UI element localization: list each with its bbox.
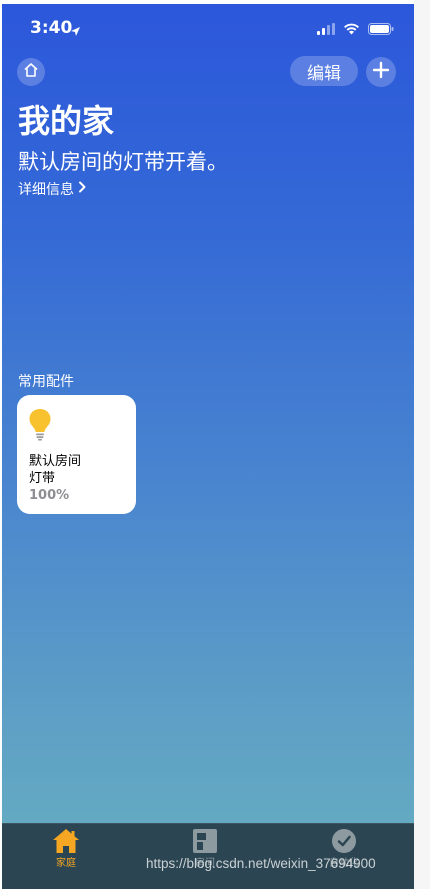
status-icons — [317, 20, 394, 39]
cellular-signal-icon — [317, 20, 335, 39]
rooms-icon — [165, 828, 245, 854]
details-link[interactable]: 详细信息 — [18, 179, 86, 199]
lightbulb-icon — [27, 407, 53, 445]
details-link-label: 详细信息 — [18, 182, 74, 198]
tab-home[interactable]: 家庭 — [26, 828, 106, 869]
window-edge — [414, 0, 430, 889]
add-button[interactable] — [366, 57, 396, 87]
favorites-section-label: 常用配件 — [18, 374, 74, 390]
edit-button[interactable]: 编辑 — [290, 56, 358, 86]
house-icon — [23, 62, 39, 82]
tab-home-label: 家庭 — [56, 858, 76, 869]
home-title: 我的家 — [18, 102, 115, 140]
accessory-name: 灯带 — [29, 471, 56, 486]
house-icon — [26, 828, 106, 854]
chevron-right-icon — [78, 181, 86, 197]
watermark-text: https://blog.csdn.net/weixin_37694900 — [146, 856, 376, 871]
accessory-room: 默认房间 — [29, 454, 82, 469]
automation-icon — [304, 828, 384, 854]
accessory-tile[interactable]: 默认房间 灯带 100% — [17, 395, 136, 514]
status-bar: 3:40 — [2, 4, 414, 48]
home-app-screen: 3:40 编辑 我的家 默认房间的灯带开着。 详细信息 常用配件 默认房间 灯带… — [2, 4, 414, 889]
status-time: 3:40 — [30, 18, 73, 38]
accessory-state: 100% — [29, 488, 70, 503]
wifi-icon — [343, 20, 360, 39]
location-arrow-icon — [70, 22, 81, 41]
plus-icon — [372, 61, 390, 83]
home-settings-button[interactable] — [17, 58, 45, 86]
home-status-summary: 默认房间的灯带开着。 — [18, 150, 228, 174]
battery-icon — [368, 20, 394, 39]
accessory-label: 默认房间 灯带 — [29, 453, 81, 487]
